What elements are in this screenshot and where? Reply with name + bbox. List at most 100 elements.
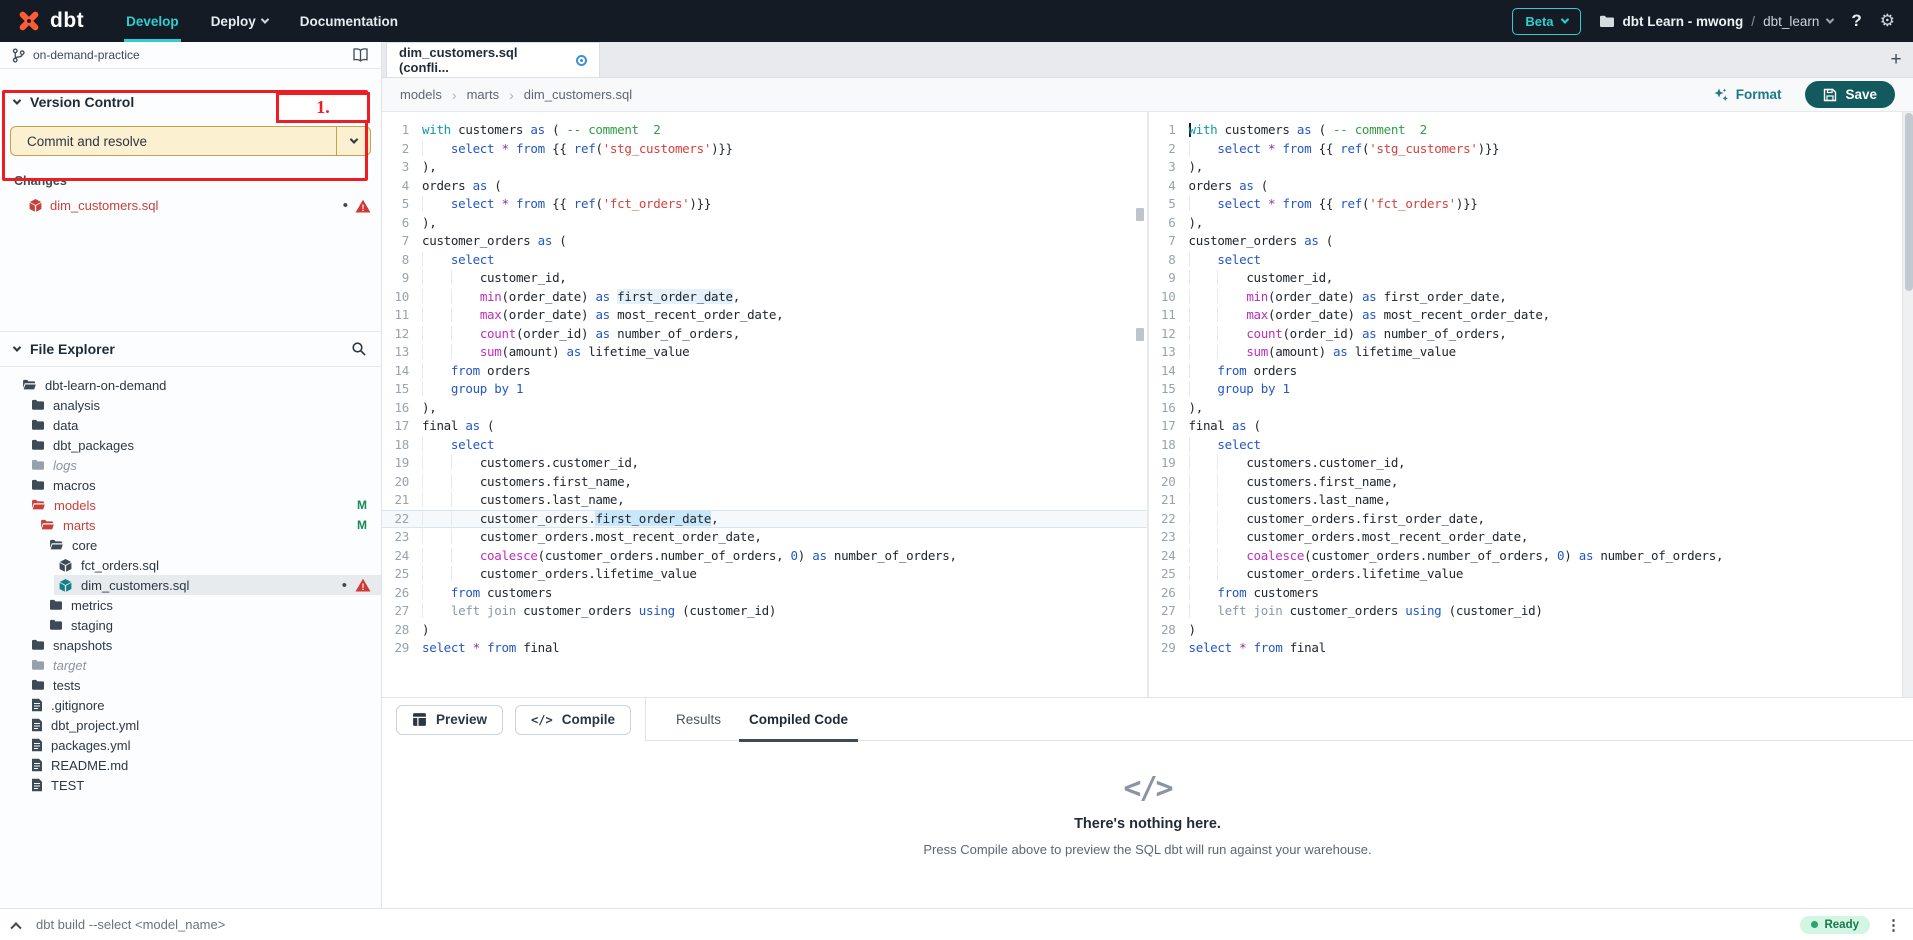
code-line[interactable]: 6),	[382, 214, 1147, 233]
code-line[interactable]: 26 from customers	[382, 584, 1147, 603]
breadcrumb-models[interactable]: models	[400, 87, 442, 102]
format-button[interactable]: Format	[1713, 87, 1782, 103]
code-line[interactable]: 24 coalesce(customer_orders.number_of_or…	[1149, 547, 1913, 566]
editor-scrollbar[interactable]	[1902, 112, 1913, 697]
code-line[interactable]: 18 select	[382, 436, 1147, 455]
version-control-header[interactable]: Version Control	[0, 85, 381, 118]
tree-item-fct-orders-sql[interactable]: fct_orders.sql	[54, 555, 381, 575]
tree-item-data[interactable]: data	[27, 415, 381, 435]
code-line[interactable]: 1with customers as ( -- comment 2	[1149, 121, 1913, 140]
code-line[interactable]: 25 customer_orders.lifetime_value	[382, 565, 1147, 584]
search-icon[interactable]	[351, 341, 367, 357]
tree-item-tests[interactable]: tests	[27, 675, 381, 695]
account-switcher[interactable]: dbt Learn - mwong / dbt_learn	[1599, 14, 1834, 29]
dbt-logo[interactable]: dbt	[0, 0, 110, 42]
code-line[interactable]: 2 select * from {{ ref('stg_customers')}…	[382, 140, 1147, 159]
code-line[interactable]: 11 max(order_date) as most_recent_order_…	[1149, 306, 1913, 325]
tree-item-core[interactable]: core	[45, 535, 381, 555]
beta-dropdown[interactable]: Beta	[1512, 8, 1580, 35]
code-line[interactable]: 29select * from final	[382, 639, 1147, 658]
code-line[interactable]: 4orders as (	[1149, 177, 1913, 196]
save-button[interactable]: Save	[1805, 81, 1895, 108]
command-input[interactable]: dbt build --select <model_name>	[36, 917, 225, 932]
tree-item-dbt-project-yml[interactable]: dbt_project.yml	[27, 715, 381, 735]
code-line[interactable]: 13 sum(amount) as lifetime_value	[1149, 343, 1913, 362]
code-line[interactable]: 11 max(order_date) as most_recent_order_…	[382, 306, 1147, 325]
code-line[interactable]: 8 select	[382, 251, 1147, 270]
code-line[interactable]: 16),	[1149, 399, 1913, 418]
commit-and-resolve-button[interactable]: Commit and resolve	[10, 126, 371, 156]
tree-item-logs[interactable]: logs	[27, 455, 381, 475]
editor-pane-right[interactable]: 1with customers as ( -- comment 22 selec…	[1149, 112, 1913, 697]
code-line[interactable]: 2 select * from {{ ref('stg_customers')}…	[1149, 140, 1913, 159]
code-line[interactable]: 3),	[382, 158, 1147, 177]
tree-item-dbt-packages[interactable]: dbt_packages	[27, 435, 381, 455]
code-line[interactable]: 18 select	[1149, 436, 1913, 455]
code-line[interactable]: 19 customers.customer_id,	[382, 454, 1147, 473]
code-line[interactable]: 16),	[382, 399, 1147, 418]
code-line[interactable]: 22 customer_orders.first_order_date,	[382, 510, 1147, 529]
code-line[interactable]: 15 group by 1	[1149, 380, 1913, 399]
code-line[interactable]: 28)	[1149, 621, 1913, 640]
gear-icon[interactable]: ⚙	[1880, 11, 1895, 31]
code-line[interactable]: 9 customer_id,	[1149, 269, 1913, 288]
code-line[interactable]: 25 customer_orders.lifetime_value	[1149, 565, 1913, 584]
code-line[interactable]: 4orders as (	[382, 177, 1147, 196]
new-tab-button[interactable]: +	[1879, 42, 1913, 77]
tree-item-readme-md[interactable]: README.md	[27, 755, 381, 775]
tab-results[interactable]: Results	[662, 698, 735, 740]
code-line[interactable]: 12 count(order_id) as number_of_orders,	[1149, 325, 1913, 344]
code-line[interactable]: 29select * from final	[1149, 639, 1913, 658]
file-explorer-header[interactable]: File Explorer	[0, 331, 381, 367]
compile-button[interactable]: </> Compile	[515, 705, 631, 735]
code-line[interactable]: 26 from customers	[1149, 584, 1913, 603]
code-line[interactable]: 20 customers.first_name,	[1149, 473, 1913, 492]
code-line[interactable]: 12 count(order_id) as number_of_orders,	[382, 325, 1147, 344]
changed-file-row[interactable]: dim_customers.sql • !	[28, 198, 371, 213]
code-line[interactable]: 27 left join customer_orders using (cust…	[1149, 602, 1913, 621]
code-line[interactable]: 10 min(order_date) as first_order_date,	[1149, 288, 1913, 307]
tree-item-test[interactable]: TEST	[27, 775, 381, 795]
code-line[interactable]: 21 customers.last_name,	[1149, 491, 1913, 510]
code-line[interactable]: 13 sum(amount) as lifetime_value	[382, 343, 1147, 362]
tree-item-snapshots[interactable]: snapshots	[27, 635, 381, 655]
tab-compiled-code[interactable]: Compiled Code	[735, 698, 862, 740]
chevron-up-icon[interactable]	[10, 922, 21, 933]
editor-tab[interactable]: dim_customers.sql (confli...	[386, 42, 600, 77]
code-line[interactable]: 20 customers.first_name,	[382, 473, 1147, 492]
tree-item-target[interactable]: target	[27, 655, 381, 675]
tree-item-marts[interactable]: martsM	[36, 515, 381, 535]
code-line[interactable]: 10 min(order_date) as first_order_date,	[382, 288, 1147, 307]
code-line[interactable]: 21 customers.last_name,	[382, 491, 1147, 510]
scrollbar-thumb[interactable]	[1905, 113, 1913, 291]
editor-pane-left[interactable]: 1with customers as ( -- comment 22 selec…	[382, 112, 1149, 697]
code-line[interactable]: 3),	[1149, 158, 1913, 177]
tree-item--gitignore[interactable]: .gitignore	[27, 695, 381, 715]
code-line[interactable]: 15 group by 1	[382, 380, 1147, 399]
code-line[interactable]: 17final as (	[382, 417, 1147, 436]
preview-button[interactable]: Preview	[396, 705, 503, 735]
code-line[interactable]: 5 select * from {{ ref('fct_orders')}}	[1149, 195, 1913, 214]
code-line[interactable]: 23 customer_orders.most_recent_order_dat…	[1149, 528, 1913, 547]
nav-documentation[interactable]: Documentation	[284, 0, 414, 42]
breadcrumb-file[interactable]: dim_customers.sql	[524, 87, 632, 102]
code-line[interactable]: 14 from orders	[1149, 362, 1913, 381]
code-line[interactable]: 19 customers.customer_id,	[1149, 454, 1913, 473]
code-line[interactable]: 23 customer_orders.most_recent_order_dat…	[382, 528, 1147, 547]
nav-deploy[interactable]: Deploy	[195, 0, 284, 42]
code-line[interactable]: 27 left join customer_orders using (cust…	[382, 602, 1147, 621]
branch-selector[interactable]: on-demand-practice	[0, 42, 381, 69]
tree-item-dbt-learn-on-demand[interactable]: dbt-learn-on-demand	[18, 375, 381, 395]
docs-book-icon[interactable]	[352, 48, 369, 62]
code-line[interactable]: 14 from orders	[382, 362, 1147, 381]
code-line[interactable]: 6),	[1149, 214, 1913, 233]
commit-dropdown-toggle[interactable]	[336, 127, 370, 155]
code-line[interactable]: 1with customers as ( -- comment 2	[382, 121, 1147, 140]
breadcrumb-marts[interactable]: marts	[467, 87, 500, 102]
tree-item-packages-yml[interactable]: packages.yml	[27, 735, 381, 755]
code-line[interactable]: 24 coalesce(customer_orders.number_of_or…	[382, 547, 1147, 566]
tree-item-models[interactable]: modelsM	[27, 495, 381, 515]
kebab-menu-icon[interactable]: ⋮	[1886, 916, 1901, 934]
code-line[interactable]: 5 select * from {{ ref('fct_orders')}}	[382, 195, 1147, 214]
code-line[interactable]: 22 customer_orders.first_order_date,	[1149, 510, 1913, 529]
